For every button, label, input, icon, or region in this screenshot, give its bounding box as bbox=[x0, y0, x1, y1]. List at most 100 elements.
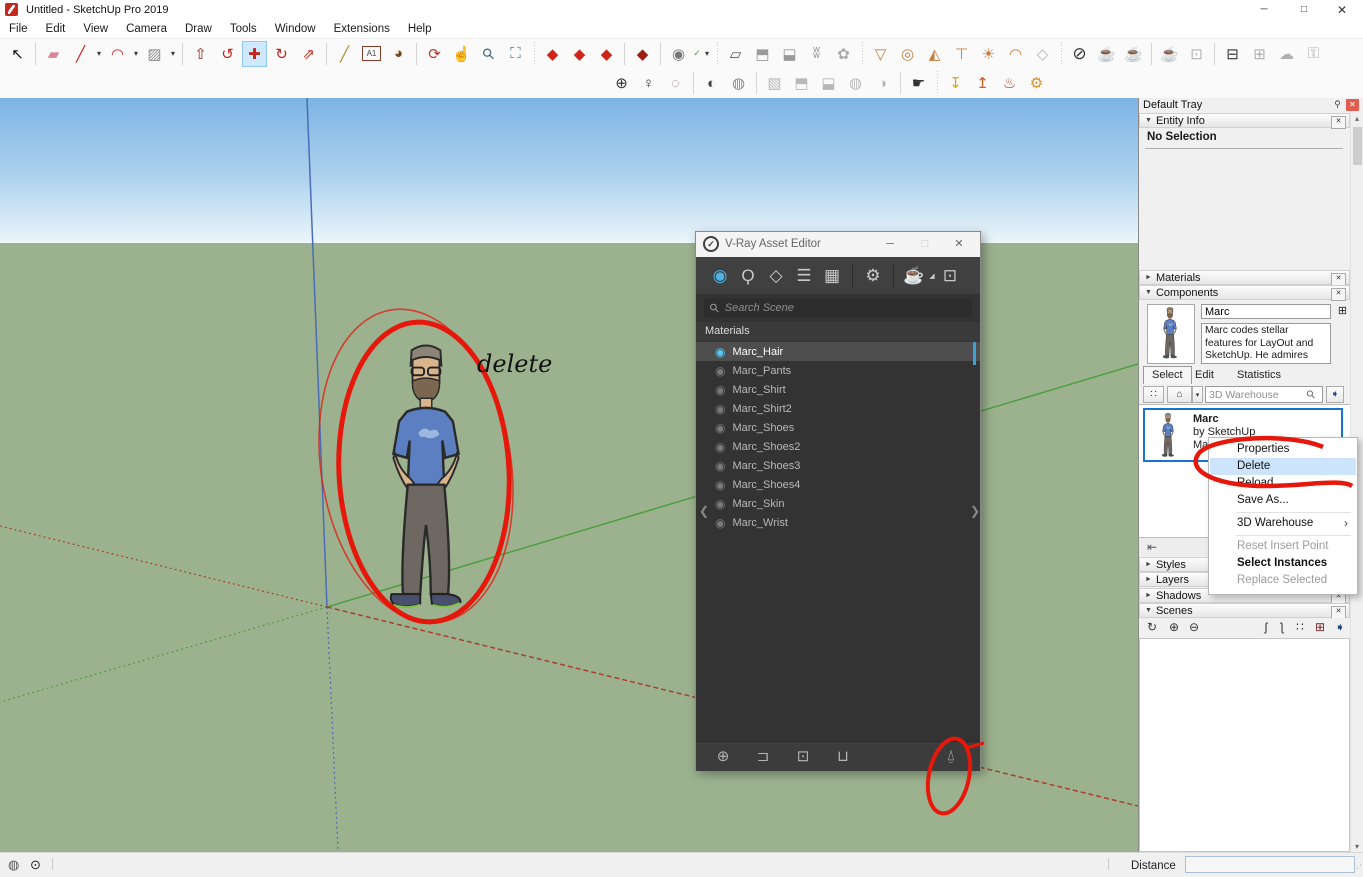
material-item[interactable]: ◉ Marc_Shoes bbox=[696, 418, 980, 437]
zoom-tool-icon[interactable]: ⚲ bbox=[470, 35, 506, 71]
text-tool-icon[interactable]: A1 bbox=[359, 41, 384, 67]
scenes-list[interactable] bbox=[1139, 638, 1350, 852]
section-cuts-icon[interactable]: ⬓ bbox=[777, 41, 802, 67]
menu-camera[interactable]: Camera bbox=[117, 20, 176, 38]
leaf-tool-icon[interactable]: ✿ bbox=[831, 41, 856, 67]
cloud-render-icon[interactable]: ☁ bbox=[1274, 41, 1299, 67]
pin-icon[interactable]: ⚲ bbox=[1331, 99, 1344, 111]
look-around-icon[interactable]: ◌ bbox=[663, 70, 688, 96]
material-item[interactable]: ◉ Marc_Shirt2 bbox=[696, 399, 980, 418]
tray-close-button[interactable]: ✕ bbox=[1346, 99, 1359, 111]
tray-header[interactable]: Default Tray ⚲ ✕ bbox=[1139, 98, 1363, 113]
menu-item-properties[interactable]: Properties bbox=[1210, 441, 1356, 458]
open-file-icon[interactable]: ⊐ bbox=[753, 747, 773, 765]
select-instance-icon[interactable]: ☛ bbox=[906, 70, 931, 96]
material-item[interactable]: ◉ Marc_Wrist bbox=[696, 513, 980, 532]
frame-buffer-window-icon[interactable]: ⊟ bbox=[1220, 41, 1245, 67]
tray-scrollbar-thumb[interactable] bbox=[1353, 127, 1362, 165]
navigation-back-icon[interactable]: ⇤ bbox=[1147, 540, 1157, 554]
vray-batch-render-icon[interactable]: ◆ bbox=[594, 41, 619, 67]
material-item[interactable]: ◉ Marc_Shoes2 bbox=[696, 437, 980, 456]
material-item[interactable]: ◉ Marc_Skin bbox=[696, 494, 980, 513]
tab-edit[interactable]: Edit bbox=[1187, 367, 1222, 383]
vray-mesh-light-icon[interactable]: ◇ bbox=[1030, 41, 1055, 67]
orbit-tool-icon[interactable]: ⟳ bbox=[422, 41, 447, 67]
tab-statistics[interactable]: Statistics bbox=[1229, 367, 1289, 383]
home-icon[interactable]: ⌂ bbox=[1167, 386, 1192, 403]
rotate-tool-icon[interactable]: ↻ bbox=[269, 41, 294, 67]
vray-search-bar[interactable]: ⚲ bbox=[704, 298, 972, 318]
vray-lights-tab-icon[interactable]: Ϙ bbox=[734, 263, 762, 289]
material-item-selected[interactable]: ◉ Marc_Hair bbox=[696, 342, 980, 361]
lock-icon[interactable]: ⚿ bbox=[1301, 41, 1326, 67]
measurement-input[interactable] bbox=[1185, 856, 1355, 873]
menu-draw[interactable]: Draw bbox=[176, 20, 221, 38]
marc-component-figure[interactable] bbox=[366, 333, 486, 621]
component-description-field[interactable]: Marc codes stellar features for LayOut a… bbox=[1201, 323, 1331, 364]
vray-settings-icon[interactable]: ⚙ bbox=[859, 263, 887, 289]
vray-render-caret-icon[interactable]: ◢ bbox=[928, 263, 936, 289]
vray-swirl-icon[interactable]: ♨ bbox=[997, 70, 1022, 96]
vray-spot-light-icon[interactable]: ◭ bbox=[922, 41, 947, 67]
arc-tool-caret-icon[interactable]: ▾ bbox=[131, 41, 141, 67]
settings-gear-icon[interactable]: ⚙ bbox=[1024, 70, 1049, 96]
add-scene-icon[interactable]: ⊕ bbox=[1165, 620, 1183, 636]
scenes-section-header[interactable]: ▼ Scenes ✕ bbox=[1139, 603, 1350, 618]
components-section-header[interactable]: ▼ Components ✕ bbox=[1139, 285, 1350, 300]
warehouse-go-icon[interactable]: ➧ bbox=[1326, 386, 1344, 403]
vray-vfb-icon[interactable]: ◆ bbox=[567, 41, 592, 67]
scenes-details-icon[interactable]: ⊞ bbox=[1311, 620, 1329, 636]
vray-logo-icon[interactable]: ⊘ bbox=[1067, 41, 1092, 67]
material-item[interactable]: ◉ Marc_Shoes3 bbox=[696, 456, 980, 475]
vray-viewport-vfb-icon[interactable]: ⊡ bbox=[1184, 41, 1209, 67]
xray-style-icon[interactable]: ▧ bbox=[762, 70, 787, 96]
component-pane-toggle-icon[interactable]: ⊞ bbox=[1336, 304, 1349, 318]
material-item[interactable]: ◉ Marc_Shoes4 bbox=[696, 475, 980, 494]
move-scene-right-icon[interactable]: ʃ bbox=[1273, 620, 1291, 636]
paint-bucket-tool-icon[interactable]: ◕ bbox=[386, 41, 411, 67]
vray-asset-editor-window[interactable]: ✓ V-Ray Asset Editor ─ □ ✕ ◉ Ϙ ◇ ☰ ▦ ⚙ ☕… bbox=[695, 231, 981, 770]
photo-texture-icon[interactable]: ◍ bbox=[726, 70, 751, 96]
component-name-field[interactable] bbox=[1201, 304, 1331, 319]
move-tool-icon[interactable]: ✚ bbox=[242, 41, 267, 67]
add-asset-icon[interactable]: ⊕ bbox=[713, 747, 733, 765]
rectangle-tool-icon[interactable]: ▨ bbox=[142, 41, 167, 67]
vray-sphere-light-icon[interactable]: ◎ bbox=[895, 41, 920, 67]
vray-minimize-button[interactable]: ─ bbox=[875, 232, 905, 256]
materials-section-header[interactable]: ► Materials ✕ bbox=[1139, 270, 1350, 285]
close-button[interactable]: ✕ bbox=[1323, 0, 1361, 20]
vray-omni-light-icon[interactable]: ☀ bbox=[976, 41, 1001, 67]
menu-item-select-instances[interactable]: Select Instances bbox=[1210, 555, 1356, 572]
purge-unused-icon[interactable]: ⍙ bbox=[941, 747, 961, 764]
vray-interactive-render-icon[interactable]: ☕ bbox=[1121, 41, 1146, 67]
account-icon[interactable]: ◉ bbox=[666, 41, 691, 67]
vray-scene-tab-icon[interactable]: ☰ bbox=[790, 263, 818, 289]
vray-textures-tab-icon[interactable]: ▦ bbox=[818, 263, 846, 289]
vray-ies-light-icon[interactable]: ⊤ bbox=[949, 41, 974, 67]
vray-close-button[interactable]: ✕ bbox=[944, 232, 974, 256]
section-display-icon[interactable]: ⬒ bbox=[750, 41, 775, 67]
select-tool-icon[interactable]: ↖ bbox=[5, 41, 30, 67]
back-edges-style-icon[interactable]: ⬒ bbox=[789, 70, 814, 96]
fur-tool-icon[interactable]: ʬ bbox=[804, 41, 829, 67]
3d-viewport[interactable]: ✓ V-Ray Asset Editor ─ □ ✕ ◉ Ϙ ◇ ☰ ▦ ⚙ ☕… bbox=[0, 98, 1138, 852]
section-plane-icon[interactable]: ▱ bbox=[723, 41, 748, 67]
remove-scene-icon[interactable]: ⊖ bbox=[1185, 620, 1203, 636]
vray-render-icon[interactable]: ◆ bbox=[630, 41, 655, 67]
minimize-button[interactable]: ─ bbox=[1245, 0, 1283, 20]
components-close-button[interactable]: ✕ bbox=[1331, 288, 1346, 301]
vray-materials-tab-icon[interactable]: ◉ bbox=[706, 263, 734, 289]
menu-item-3d-warehouse[interactable]: 3D Warehouse › bbox=[1210, 515, 1356, 532]
scroll-down-icon[interactable]: ▾ bbox=[1351, 842, 1363, 851]
vray-titlebar[interactable]: ✓ V-Ray Asset Editor ─ □ ✕ bbox=[696, 232, 980, 258]
shaded-style-icon[interactable]: ◑ bbox=[870, 70, 895, 96]
view-options-icon[interactable]: ∷ bbox=[1143, 386, 1164, 403]
menu-window[interactable]: Window bbox=[266, 20, 325, 38]
menu-help[interactable]: Help bbox=[399, 20, 441, 38]
stamp-upload-icon[interactable]: ↥ bbox=[970, 70, 995, 96]
menu-item-delete[interactable]: Delete bbox=[1210, 458, 1356, 475]
delete-asset-icon[interactable]: ⊔ bbox=[833, 747, 853, 765]
menu-file[interactable]: File bbox=[0, 20, 37, 38]
scenes-show-icon[interactable]: ➧ bbox=[1331, 620, 1349, 636]
tab-select[interactable]: Select bbox=[1143, 366, 1192, 384]
